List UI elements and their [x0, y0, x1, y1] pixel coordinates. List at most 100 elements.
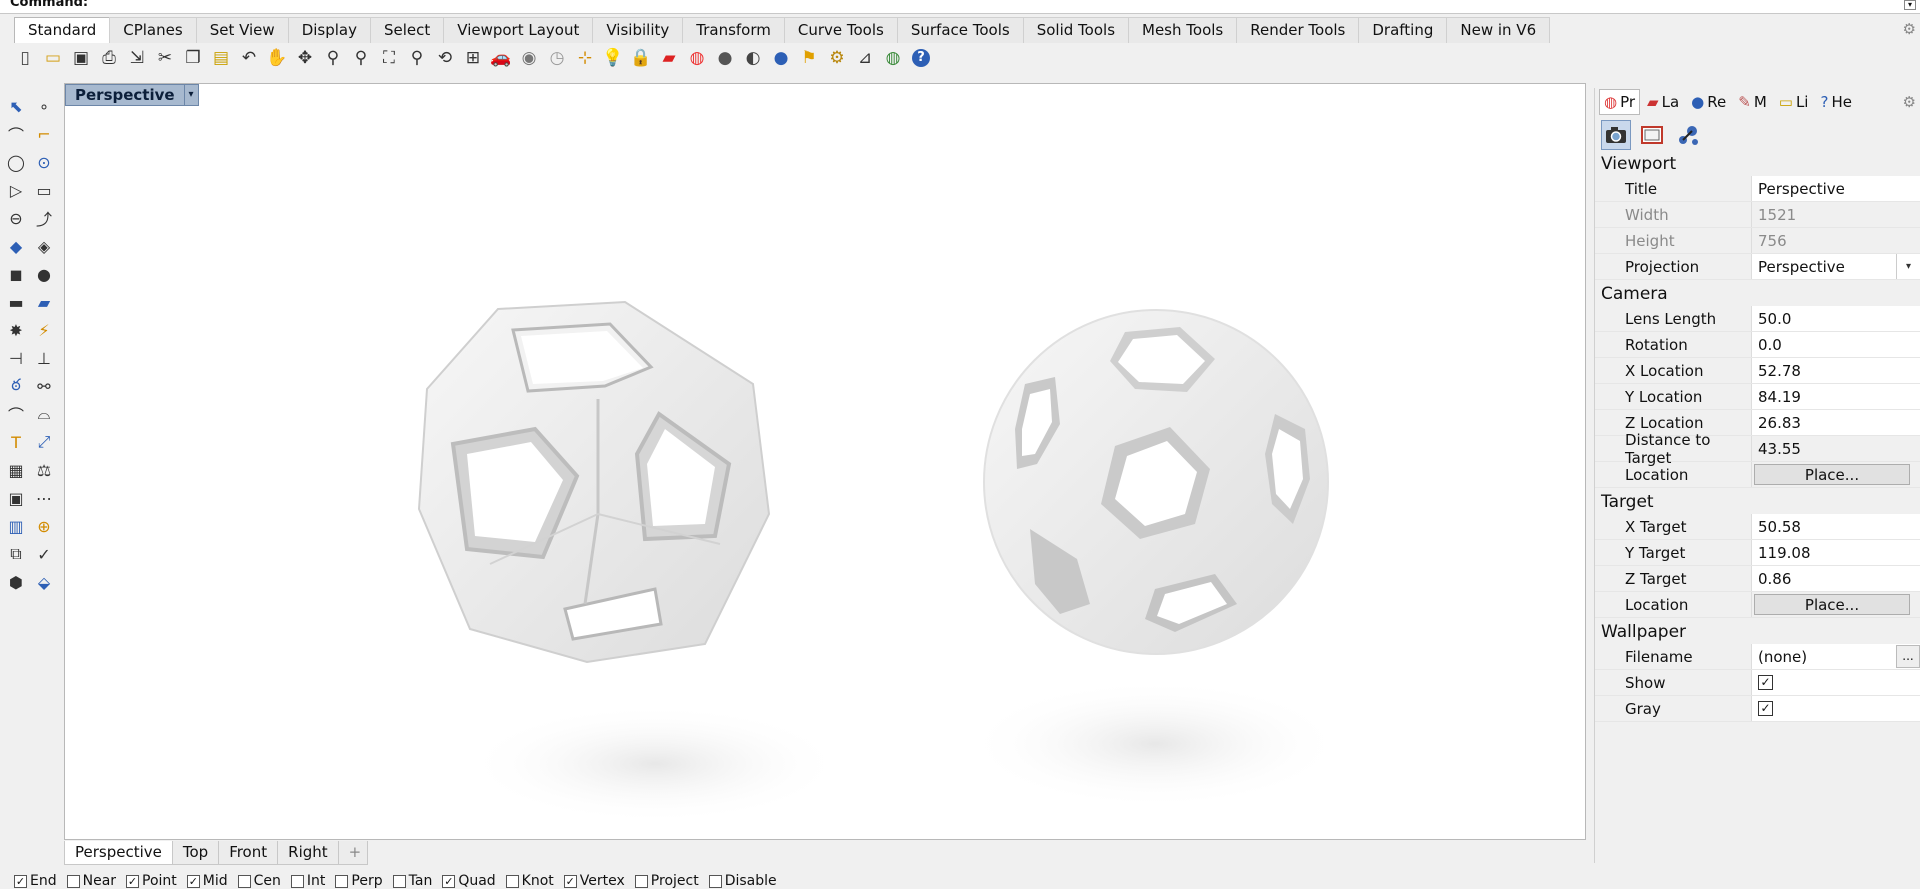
polygon-icon[interactable]: ▷ [2, 177, 30, 203]
osnap-int-checkbox[interactable] [290, 874, 304, 888]
panel-tab-materials[interactable]: ✎ M [1733, 89, 1772, 115]
light-icon[interactable]: 💡 [600, 45, 626, 71]
arc-icon[interactable]: ⊖ [2, 205, 30, 231]
settings-gears-icon[interactable]: ⚙ [824, 45, 850, 71]
prop-ytarget-field[interactable]: 119.08 [1752, 540, 1920, 565]
zoom-window-icon[interactable]: ⚲ [348, 45, 374, 71]
extrude-icon[interactable]: ◈ [30, 233, 58, 259]
color-wheel-icon[interactable]: ◍ [684, 45, 710, 71]
tab-set-view[interactable]: Set View [195, 17, 289, 43]
join-icon[interactable]: ⊥ [30, 345, 58, 371]
render-icon[interactable]: ● [768, 45, 794, 71]
perspective-viewport[interactable]: Perspective ▾ [64, 83, 1586, 840]
tab-visibility[interactable]: Visibility [592, 17, 684, 43]
tab-transform[interactable]: Transform [682, 17, 785, 43]
prop-rotation-field[interactable]: 0.0 [1752, 332, 1920, 357]
osnap-mid-checkbox[interactable]: ✓ [186, 874, 200, 888]
four-views-icon[interactable]: ⊞ [460, 45, 486, 71]
pointer-flag-icon[interactable]: ⚑ [796, 45, 822, 71]
earth-icon[interactable]: ◍ [880, 45, 906, 71]
chevron-down-icon[interactable]: ▾ [1896, 254, 1920, 279]
save-icon[interactable]: ▣ [68, 45, 94, 71]
grid-icon[interactable]: ▥ [2, 513, 30, 539]
prop-ztarget-field[interactable]: 0.86 [1752, 566, 1920, 591]
tab-drafting[interactable]: Drafting [1358, 17, 1448, 43]
tab-curve-tools[interactable]: Curve Tools [783, 17, 898, 43]
camera-icon[interactable]: ◉ [516, 45, 542, 71]
material-icon[interactable]: ⬢ [2, 569, 30, 595]
array-icon[interactable]: ▦ [2, 457, 30, 483]
ellipse-icon[interactable]: ⊙ [30, 149, 58, 175]
box-icon[interactable]: ◼ [2, 261, 30, 287]
dimension-tool-icon[interactable]: ⋯ [30, 485, 58, 511]
osnap-disable-checkbox[interactable] [708, 874, 722, 888]
target-place-button[interactable]: Place... [1754, 594, 1910, 615]
zoom-icon[interactable]: ⚲ [320, 45, 346, 71]
mirror-icon[interactable]: ⚖ [30, 457, 58, 483]
car-icon[interactable]: 🚗 [488, 45, 514, 71]
osnap-tan-checkbox[interactable] [392, 874, 406, 888]
viewport-tab-top[interactable]: Top [171, 841, 220, 865]
polyline-icon[interactable]: ⌒ [2, 121, 30, 147]
rotate-view-icon[interactable]: ✥ [292, 45, 318, 71]
panel-tab-properties[interactable]: ◍ Pr [1599, 89, 1641, 115]
panel-tab-render-sphere[interactable]: ● Re [1686, 89, 1731, 115]
panel-tab-libraries[interactable]: ▭ Li [1774, 89, 1814, 115]
viewport-tab-right[interactable]: Right [277, 841, 339, 865]
panel-gear-icon[interactable]: ⚙ [1903, 93, 1916, 111]
osnap-quad-checkbox[interactable]: ✓ [442, 874, 456, 888]
offset-icon[interactable]: ⌒ [2, 401, 30, 427]
osnap-point-checkbox[interactable]: ✓ [126, 874, 140, 888]
prop-lens-field[interactable]: 50.0 [1752, 306, 1920, 331]
prop-projection-select[interactable]: Perspective ▾ [1752, 254, 1920, 279]
rendered-icon[interactable]: ◐ [740, 45, 766, 71]
prop-yloc-field[interactable]: 84.19 [1752, 384, 1920, 409]
group-icon[interactable]: ఠ [2, 373, 30, 399]
osnap-project-checkbox[interactable] [634, 874, 648, 888]
zoom-selected-icon[interactable]: ⚲ [404, 45, 430, 71]
prop-xloc-field[interactable]: 52.78 [1752, 358, 1920, 383]
osnap-cen-checkbox[interactable] [237, 874, 251, 888]
gray-checkbox[interactable]: ✓ [1758, 701, 1773, 716]
zoom-target-icon[interactable]: ⟲ [432, 45, 458, 71]
tab-new-in-v6[interactable]: New in V6 [1446, 17, 1551, 43]
osnap-knot-checkbox[interactable] [505, 874, 519, 888]
block-icon[interactable]: ⚯ [30, 373, 58, 399]
osnap-end-checkbox[interactable]: ✓ [14, 874, 27, 888]
trim-icon[interactable]: ⚡ [30, 317, 58, 343]
prop-zloc-field[interactable]: 26.83 [1752, 410, 1920, 435]
undo-icon[interactable]: ↶ [236, 45, 262, 71]
tab-mesh-tools[interactable]: Mesh Tools [1128, 17, 1238, 43]
mesh-icon[interactable]: ▰ [30, 289, 58, 315]
show-checkbox[interactable]: ✓ [1758, 675, 1773, 690]
surface-icon[interactable]: ◆ [2, 233, 30, 259]
point-icon[interactable]: ∘ [30, 93, 58, 119]
cylinder-icon[interactable]: ▬ [2, 289, 30, 315]
shaded-icon[interactable]: ● [712, 45, 738, 71]
lock-icon[interactable]: 🔒 [628, 45, 654, 71]
osnap-perp-checkbox[interactable] [335, 874, 349, 888]
zoom-extents-icon[interactable]: ⛶ [376, 45, 402, 71]
text-icon[interactable]: T [2, 429, 30, 455]
import-icon[interactable]: ⇲ [124, 45, 150, 71]
layer-icon[interactable]: ▰ [656, 45, 682, 71]
align-icon[interactable]: ⊕ [30, 513, 58, 539]
tab-render-tools[interactable]: Render Tools [1236, 17, 1360, 43]
command-scroll-button[interactable]: ▾ [1904, 0, 1916, 10]
viewport-tab-front[interactable]: Front [218, 841, 279, 865]
tab-select[interactable]: Select [369, 17, 445, 43]
browse-button[interactable]: ... [1896, 645, 1920, 668]
analyze-icon[interactable]: ⧉ [2, 541, 30, 567]
tab-display[interactable]: Display [287, 17, 371, 43]
panel-tab-help-panel[interactable]: ? He [1815, 89, 1856, 115]
grid-snap-icon[interactable]: ⊹ [572, 45, 598, 71]
camera-place-button[interactable]: Place... [1754, 464, 1910, 485]
dimension-icon[interactable]: ⊿ [852, 45, 878, 71]
open-icon[interactable]: ▭ [40, 45, 66, 71]
fillet-icon[interactable]: ⤴ [30, 205, 58, 231]
scale-icon[interactable]: ⤢ [30, 429, 58, 455]
help-icon[interactable]: ? [908, 45, 934, 71]
tab-surface-tools[interactable]: Surface Tools [896, 17, 1024, 43]
tab-solid-tools[interactable]: Solid Tools [1022, 17, 1130, 43]
copy-icon[interactable]: ❐ [180, 45, 206, 71]
